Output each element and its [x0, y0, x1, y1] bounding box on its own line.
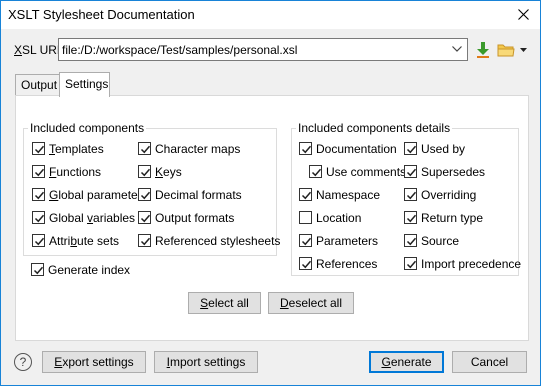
included-components-title: Included components [28, 121, 147, 135]
select-all-button[interactable]: Select all [188, 292, 261, 314]
window-title: XSLT Stylesheet Documentation [8, 7, 195, 22]
settings-panel: Included components Templates Functions … [15, 95, 529, 341]
import-settings-button[interactable]: Import settings [154, 351, 258, 373]
xsl-url-value[interactable]: file:/D:/workspace/Test/samples/personal… [62, 43, 297, 57]
included-components-details-group: Included components details Documentatio… [291, 121, 521, 276]
close-icon [518, 9, 529, 20]
export-settings-button[interactable]: Export settings [42, 351, 146, 373]
tab-settings[interactable]: Settings [59, 72, 110, 97]
xsl-url-combobox[interactable]: file:/D:/workspace/Test/samples/personal… [58, 38, 468, 61]
download-icon[interactable] [476, 41, 490, 59]
title-bar: XSLT Stylesheet Documentation [1, 1, 540, 29]
generate-button[interactable]: Generate [369, 351, 444, 373]
browse-folder-button[interactable] [497, 41, 529, 59]
included-components-group: Included components Templates Functions … [23, 121, 280, 256]
close-button[interactable] [506, 1, 540, 29]
dialog-window: XSLT Stylesheet Documentation XSL URL: f… [0, 0, 541, 386]
dropdown-arrow-icon [520, 48, 527, 52]
deselect-all-button[interactable]: Deselect all [268, 292, 354, 314]
cancel-button[interactable]: Cancel [452, 351, 527, 373]
chevron-down-icon[interactable] [452, 46, 462, 52]
folder-icon [497, 44, 515, 57]
help-icon[interactable]: ? [14, 353, 32, 371]
included-components-details-title: Included components details [296, 121, 453, 135]
tab-output[interactable]: Output [15, 74, 60, 96]
